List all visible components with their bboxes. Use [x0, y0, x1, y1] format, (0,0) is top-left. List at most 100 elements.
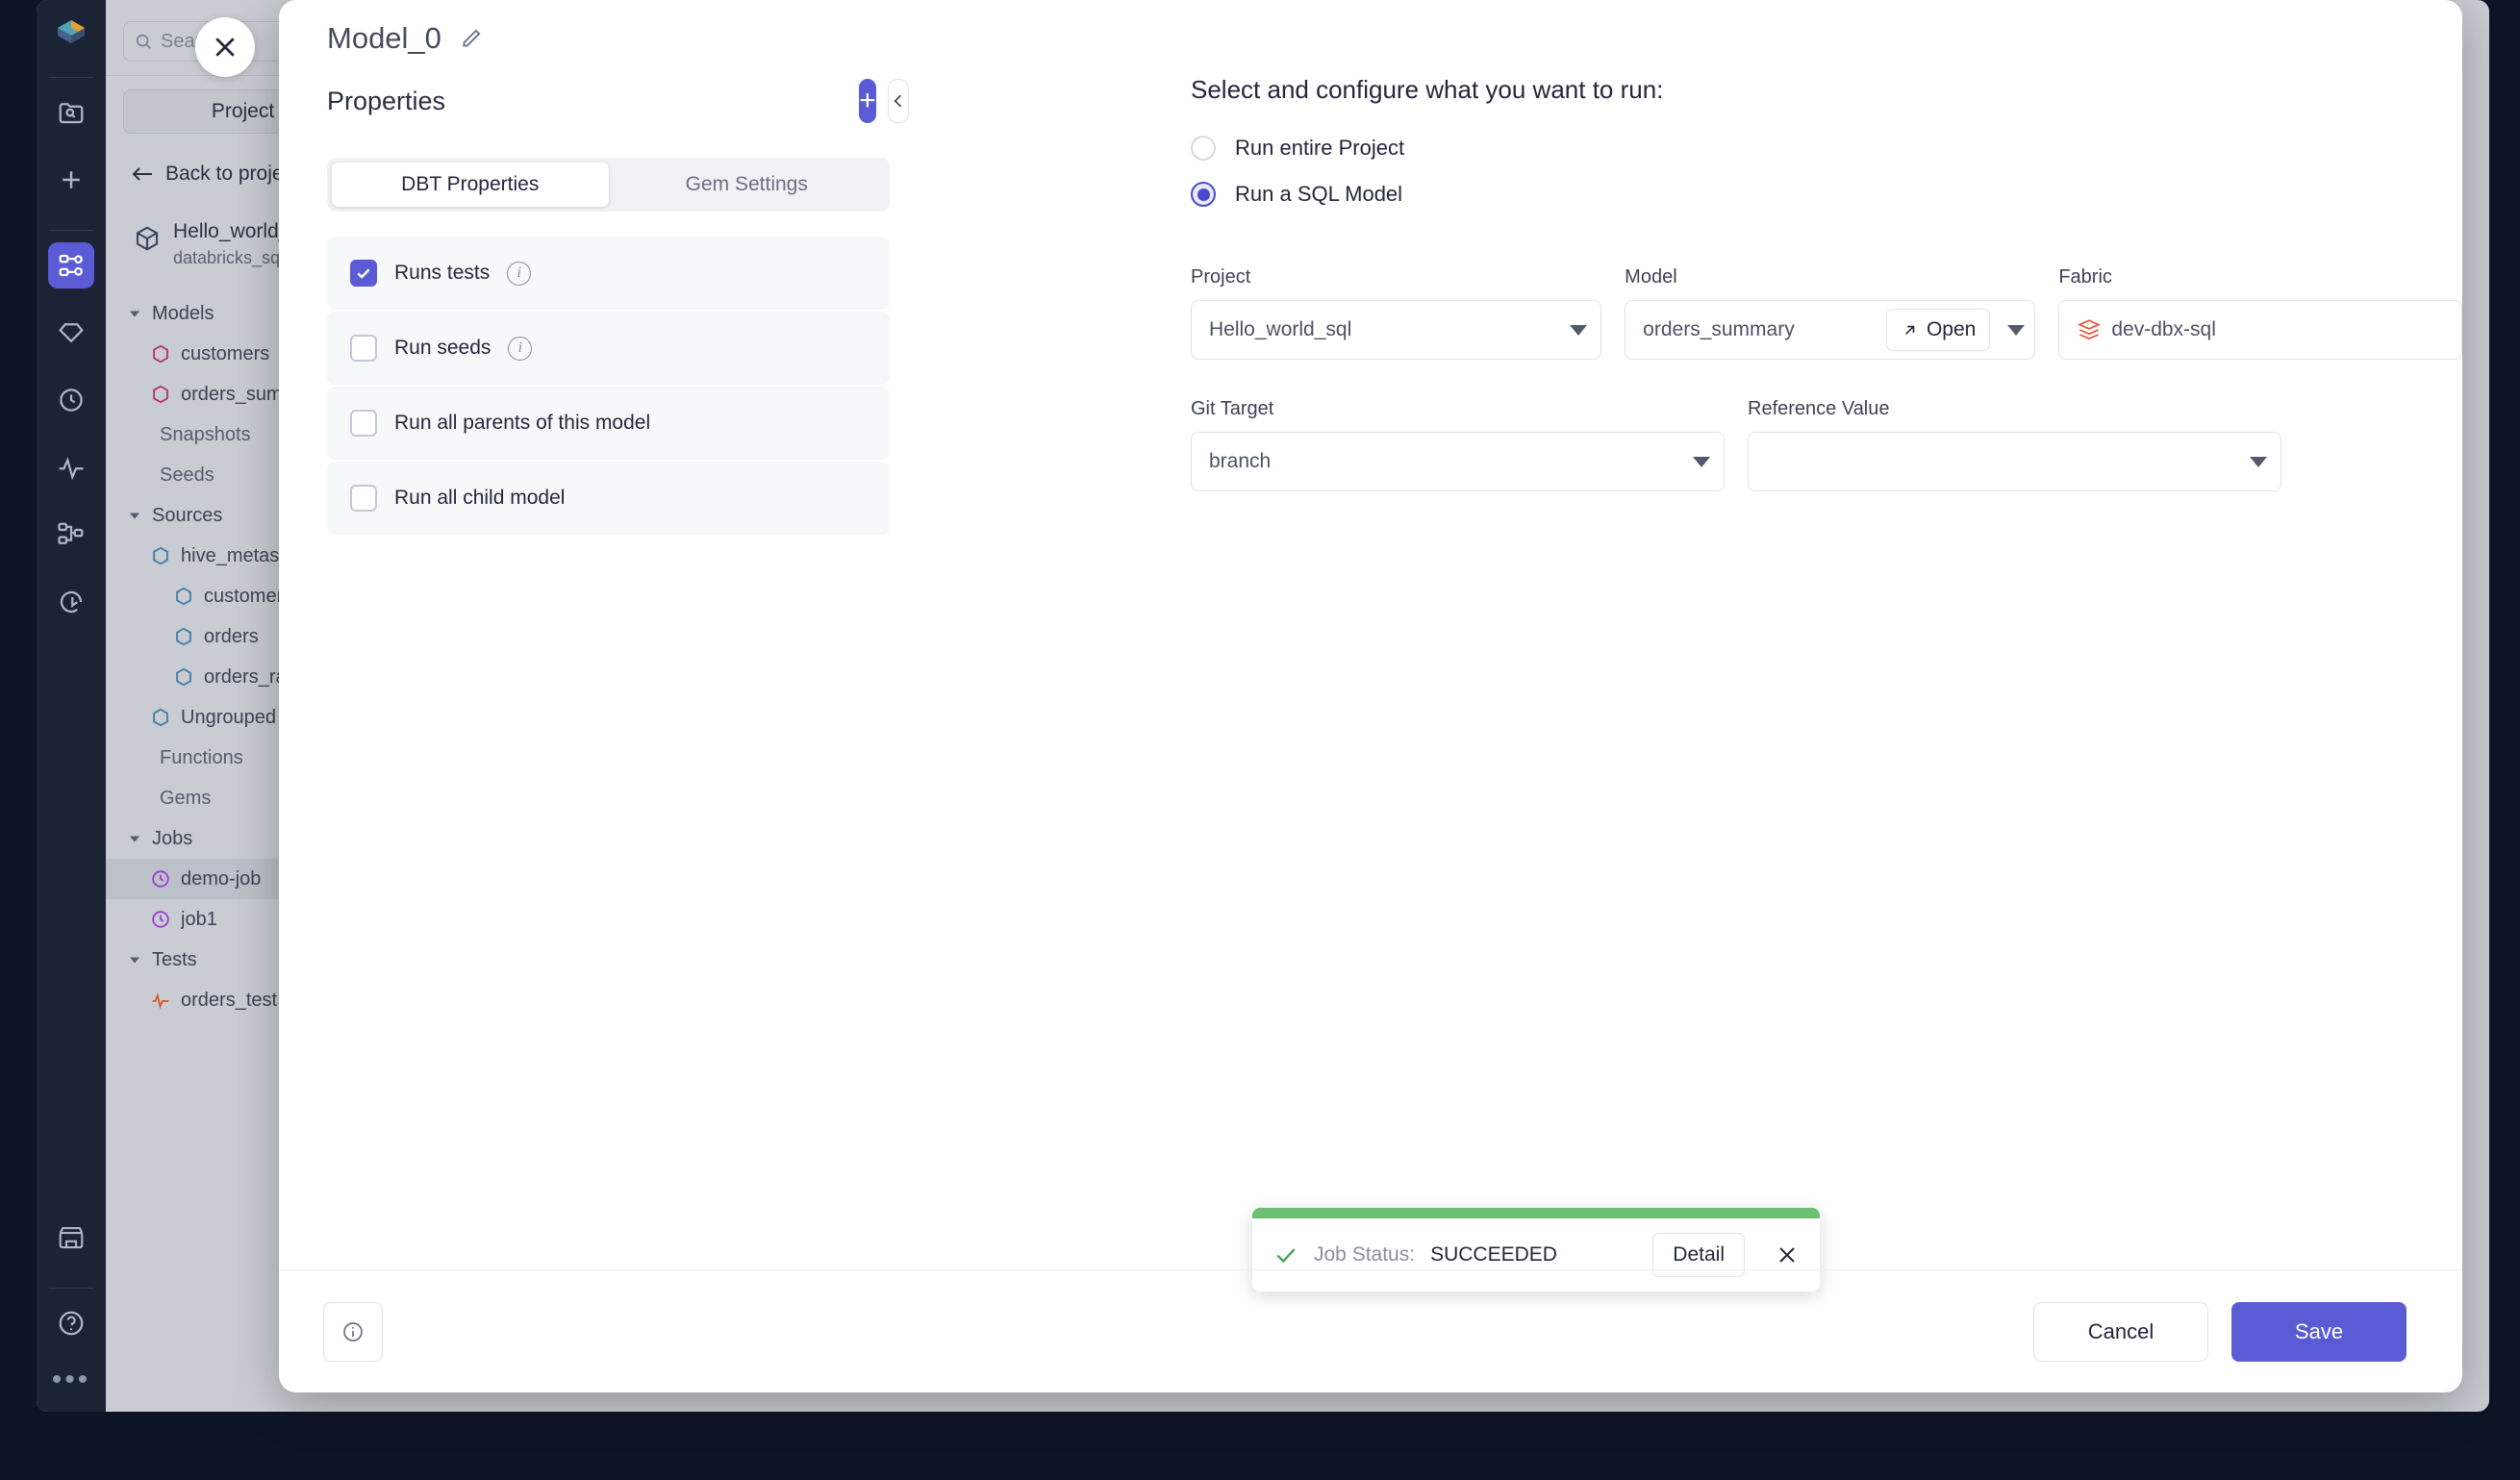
project-field: Project Hello_world_sql — [1191, 266, 1602, 360]
check-icon — [1273, 1242, 1298, 1267]
add-icon[interactable] — [48, 157, 94, 203]
deploy-download-icon[interactable] — [48, 579, 94, 625]
checkbox-row-run-seeds[interactable]: Run seeds i — [327, 312, 890, 385]
model-select[interactable]: orders_summary Open — [1625, 300, 2036, 360]
fabric-field: Fabric dev-dbx-sql — [2058, 266, 2462, 360]
caret-down-icon[interactable] — [127, 952, 142, 967]
radio-icon-run-entire-project — [1191, 136, 1216, 161]
caret-down-icon[interactable] — [127, 508, 142, 523]
reference-value-field: Reference Value — [1748, 398, 2281, 491]
marketplace-icon[interactable] — [48, 1215, 94, 1261]
left-icon-rail: ••• — [37, 0, 106, 1412]
tree-item-label: Sources — [152, 504, 223, 526]
fabric-field-label: Fabric — [2058, 266, 2112, 288]
toast-close-icon[interactable] — [1776, 1243, 1799, 1267]
open-model-button[interactable]: Open — [1885, 309, 1991, 351]
project-select[interactable]: Hello_world_sql — [1191, 300, 1602, 360]
collapse-panel-button[interactable] — [887, 79, 909, 123]
chevron-down-icon — [2007, 324, 2026, 336]
tree-item-label: Functions — [160, 746, 243, 768]
tree-item-label: orders_test — [181, 989, 278, 1011]
page-title: Model_0 — [327, 21, 441, 55]
rail-divider-mid — [49, 230, 93, 231]
project-cube-icon — [133, 224, 162, 253]
chevron-down-icon — [1693, 456, 1710, 467]
model-field: Model orders_summary Open — [1625, 266, 2036, 360]
close-modal-button[interactable] — [195, 17, 255, 77]
git-target-value: branch — [1209, 450, 1272, 472]
info-circle-icon[interactable]: i — [508, 336, 533, 361]
tab-dbt-properties[interactable]: DBT Properties — [332, 163, 609, 207]
rail-divider-top — [49, 77, 93, 78]
pipeline-graph-icon[interactable] — [48, 242, 94, 288]
checkbox-icon[interactable] — [350, 410, 377, 437]
field-row-1: Project Hello_world_sql Model orders_sum… — [1191, 266, 2462, 360]
search-icon — [134, 32, 153, 51]
checkbox-label: Runs tests — [394, 262, 491, 284]
checkbox-label: Run seeds — [394, 337, 491, 359]
lineage-icon[interactable] — [48, 512, 94, 558]
git-target-field: Git Target branch — [1191, 398, 1725, 491]
run-config-column: Select and configure what you want to ru… — [1191, 75, 2462, 491]
project-search-icon[interactable] — [48, 89, 94, 136]
prophecy-logo-icon[interactable] — [49, 13, 93, 58]
tree-item-label: demo-job — [181, 867, 262, 890]
properties-tabs: DBT Properties Gem Settings — [327, 158, 890, 212]
model-select-value: orders_summary — [1643, 318, 1795, 340]
caret-down-icon[interactable] — [127, 831, 142, 846]
chevron-down-icon — [1570, 324, 1588, 336]
tree-item-label: job1 — [181, 908, 217, 930]
tab-gem-settings[interactable]: Gem Settings — [609, 163, 886, 207]
radio-icon-run-sql-model — [1191, 182, 1216, 207]
modal-title-row: Model_0 — [327, 21, 484, 56]
tree-item-label: Snapshots — [160, 423, 251, 445]
tree-item-label: Gems — [160, 787, 212, 809]
history-clock-icon[interactable] — [48, 377, 94, 423]
job-status-value: SUCCEEDED — [1430, 1243, 1557, 1266]
job-clock-icon — [150, 909, 171, 930]
source-hex-icon — [150, 545, 171, 566]
source-hex-icon — [150, 707, 171, 728]
gem-diamond-icon[interactable] — [48, 310, 94, 356]
monitoring-pulse-icon[interactable] — [48, 444, 94, 490]
reference-value-select[interactable] — [1748, 432, 2281, 491]
project-select-value: Hello_world_sql — [1209, 318, 1352, 340]
rail-bottom-group: ••• — [48, 1215, 94, 1412]
reference-value-label: Reference Value — [1748, 398, 1890, 419]
modal-footer: Cancel Save — [279, 1269, 2462, 1392]
properties-header-row: Properties + — [327, 79, 909, 123]
git-target-label: Git Target — [1191, 398, 1274, 419]
tree-item-label: Seeds — [160, 464, 214, 486]
checkbox-icon[interactable] — [350, 260, 377, 287]
pencil-edit-icon[interactable] — [459, 26, 484, 51]
project-field-label: Project — [1191, 266, 1251, 288]
properties-checkbox-list: Runs tests i Run seeds i Run all parents of … — [327, 237, 890, 535]
field-row-2: Git Target branch Reference Value — [1191, 398, 2462, 491]
git-target-select[interactable]: branch — [1191, 432, 1725, 491]
checkbox-row-run-all-parents-of-this-model[interactable]: Run all parents of this model — [327, 387, 890, 460]
info-circle-icon[interactable]: i — [507, 261, 532, 286]
tree-item-label: orders — [204, 625, 259, 647]
more-options-icon[interactable]: ••• — [52, 1366, 91, 1394]
radio-label-run-entire-project: Run entire Project — [1235, 136, 1405, 160]
add-property-button[interactable]: + — [859, 79, 876, 123]
model-hex-icon — [150, 384, 171, 405]
info-circle-icon[interactable] — [323, 1301, 383, 1362]
save-button[interactable]: Save — [2231, 1301, 2407, 1362]
checkbox-row-runs-tests[interactable]: Runs tests i — [327, 237, 890, 310]
checkbox-icon[interactable] — [350, 335, 377, 362]
toast-accent-bar — [1252, 1208, 1820, 1218]
cancel-button[interactable]: Cancel — [2033, 1301, 2208, 1362]
model-field-label: Model — [1625, 266, 1677, 288]
checkbox-icon[interactable] — [350, 485, 377, 512]
checkbox-row-run-all-child-model[interactable]: Run all child model — [327, 462, 890, 535]
radio-label-run-sql-model: Run a SQL Model — [1235, 182, 1403, 206]
radio-run-entire-project[interactable]: Run entire Project — [1191, 136, 2462, 161]
tree-item-label: customers — [181, 342, 270, 364]
caret-down-icon[interactable] — [127, 306, 142, 321]
properties-left-column: Properties + DBT Properties Gem Settings… — [327, 79, 909, 537]
fabric-select[interactable]: dev-dbx-sql — [2058, 300, 2462, 360]
help-icon[interactable] — [48, 1300, 94, 1346]
checkbox-label: Run all parents of this model — [394, 412, 651, 434]
radio-run-sql-model[interactable]: Run a SQL Model — [1191, 182, 2462, 207]
